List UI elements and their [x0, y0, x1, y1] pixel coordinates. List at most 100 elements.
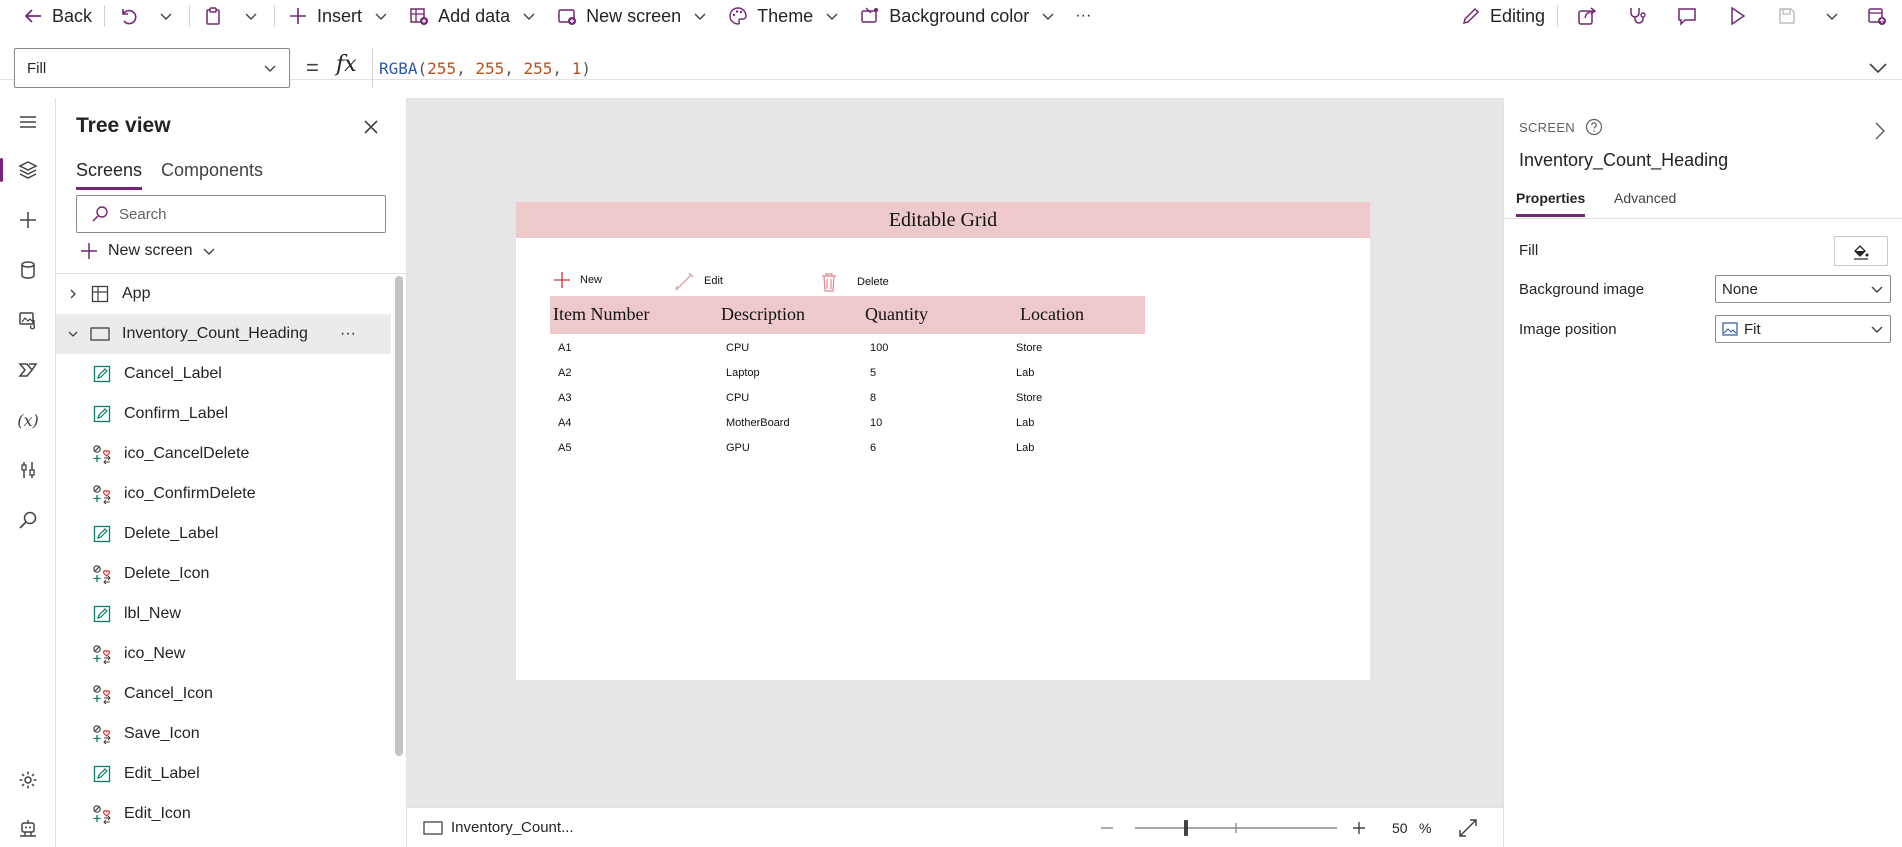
- tab-advanced[interactable]: Advanced: [1614, 190, 1676, 214]
- insert-rail-button[interactable]: [8, 200, 48, 240]
- tree-node-screen[interactable]: Inventory_Count_Heading ···: [56, 314, 391, 354]
- table-row[interactable]: A3 CPU 8 Store: [516, 386, 1370, 411]
- property-dropdown[interactable]: Fill: [14, 48, 290, 88]
- media-rail-button[interactable]: [8, 300, 48, 340]
- background-color-button[interactable]: Background color: [851, 0, 1067, 32]
- close-tree-view-button[interactable]: [360, 116, 382, 138]
- more-icon: ···: [1075, 7, 1092, 24]
- delete-action[interactable]: Delete: [821, 272, 889, 292]
- save-menu-button[interactable]: [1812, 0, 1852, 32]
- tree-node-control[interactable]: Delete_Icon: [56, 554, 391, 594]
- preview-button[interactable]: [1712, 0, 1762, 32]
- virtual-agent-rail-button[interactable]: [8, 808, 48, 847]
- variables-rail-button[interactable]: (x): [8, 400, 48, 440]
- advanced-tools-rail-button[interactable]: [8, 450, 48, 490]
- collapse-properties-button[interactable]: [1870, 120, 1890, 142]
- editing-label: Editing: [1489, 5, 1545, 26]
- tree-node-control[interactable]: ico_New: [56, 634, 391, 674]
- more-options-button[interactable]: ···: [340, 325, 356, 343]
- zoom-in-button[interactable]: [1349, 818, 1369, 838]
- palette-icon: [727, 5, 749, 27]
- trash-icon: [821, 272, 837, 292]
- fx-icon[interactable]: fx: [336, 52, 357, 77]
- tree-node-control[interactable]: Delete_Label: [56, 514, 391, 554]
- tree-node-control[interactable]: lbl_New: [56, 594, 391, 634]
- insert-button[interactable]: Insert: [279, 0, 400, 32]
- tree-view-button[interactable]: [0, 150, 48, 190]
- hamburger-icon: [18, 112, 38, 132]
- hamburger-menu-button[interactable]: [8, 102, 48, 142]
- undo-menu-button[interactable]: [147, 0, 185, 32]
- back-button[interactable]: Back: [0, 0, 100, 32]
- tree-node-control[interactable]: Edit_Icon: [56, 794, 391, 834]
- properties-kind: SCREEN: [1519, 118, 1603, 136]
- formula-input[interactable]: RGBA(255, 255, 255, 1): [372, 48, 1852, 88]
- comments-button[interactable]: [1662, 0, 1712, 32]
- formula-arg: 255: [523, 58, 553, 78]
- new-screen-button[interactable]: New screen: [548, 0, 719, 32]
- table-row[interactable]: A4 MotherBoard 10 Lab: [516, 411, 1370, 436]
- table-cell: 8: [870, 392, 877, 404]
- tree-node-control[interactable]: Save_Icon: [56, 714, 391, 754]
- paste-menu-button[interactable]: [232, 0, 270, 32]
- zoom-out-button[interactable]: [1097, 818, 1117, 838]
- share-button[interactable]: [1562, 0, 1612, 32]
- tree-node-control[interactable]: ico_CancelDelete: [56, 434, 391, 474]
- tab-properties[interactable]: Properties: [1516, 190, 1586, 217]
- tab-screens[interactable]: Screens: [76, 160, 143, 190]
- publish-button[interactable]: [1852, 0, 1902, 32]
- clipboard-icon: [202, 5, 224, 27]
- icon-control-icon: [90, 724, 114, 744]
- plus-icon: [287, 5, 309, 27]
- screen-artboard[interactable]: Editable Grid New Edit Delete Item Numbe…: [516, 202, 1370, 680]
- tree-node-app[interactable]: App: [56, 274, 391, 314]
- zoom-slider[interactable]: [1135, 820, 1337, 836]
- tree-node-label: Delete_Label: [124, 525, 219, 542]
- icon-control-icon: [90, 444, 114, 464]
- settings-rail-button[interactable]: [8, 760, 48, 800]
- new-screen-icon: [556, 5, 578, 27]
- fill-color-picker[interactable]: [1834, 236, 1888, 266]
- label-icon: [90, 765, 114, 783]
- paste-button[interactable]: [194, 0, 232, 32]
- formula-arg: 255: [427, 58, 457, 78]
- tools-icon: [18, 460, 38, 480]
- table-cell: A3: [558, 392, 572, 404]
- theme-button[interactable]: Theme: [719, 0, 851, 32]
- edit-action[interactable]: Edit: [674, 270, 723, 292]
- screen-breadcrumb[interactable]: Inventory_Count...: [423, 819, 574, 836]
- tree-node-label: Cancel_Label: [124, 365, 222, 382]
- editing-button[interactable]: Editing: [1452, 0, 1553, 32]
- tree-node-control[interactable]: Cancel_Label: [56, 354, 391, 394]
- tree-node-label: Delete_Icon: [124, 565, 210, 582]
- close-icon: [360, 116, 382, 138]
- tree-node-control[interactable]: Edit_Label: [56, 754, 391, 794]
- undo-button[interactable]: [109, 0, 147, 32]
- add-data-button[interactable]: Add data: [400, 0, 548, 32]
- tree-node-control[interactable]: ico_ConfirmDelete: [56, 474, 391, 514]
- table-row[interactable]: A5 GPU 6 Lab: [516, 436, 1370, 461]
- background-image-dropdown[interactable]: None: [1715, 275, 1891, 303]
- tree-scrollbar[interactable]: [395, 276, 403, 756]
- tree-new-screen-button[interactable]: New screen: [80, 242, 216, 260]
- delete-action-label: Delete: [857, 276, 889, 288]
- fit-to-window-button[interactable]: [1457, 817, 1479, 839]
- help-icon[interactable]: [1585, 118, 1603, 136]
- tree-node-control[interactable]: Confirm_Label: [56, 394, 391, 434]
- editable-grid-title[interactable]: Editable Grid: [516, 202, 1370, 238]
- power-automate-rail-button[interactable]: [8, 350, 48, 390]
- image-position-dropdown[interactable]: Fit: [1715, 315, 1891, 343]
- more-commands-button[interactable]: ···: [1067, 0, 1099, 32]
- table-row[interactable]: A1 CPU 100 Store: [516, 336, 1370, 361]
- new-action[interactable]: New: [552, 270, 602, 290]
- tab-components[interactable]: Components: [161, 160, 263, 187]
- app-checker-button[interactable]: [1612, 0, 1662, 32]
- expand-formula-button[interactable]: [1866, 56, 1890, 80]
- search-rail-button[interactable]: [8, 500, 48, 540]
- save-button[interactable]: [1762, 0, 1812, 32]
- data-rail-button[interactable]: [8, 250, 48, 290]
- table-row[interactable]: A2 Laptop 5 Lab: [516, 361, 1370, 386]
- tree-search-input[interactable]: [119, 205, 349, 223]
- tree-node-control[interactable]: Cancel_Icon: [56, 674, 391, 714]
- column-header: Quantity: [865, 304, 928, 324]
